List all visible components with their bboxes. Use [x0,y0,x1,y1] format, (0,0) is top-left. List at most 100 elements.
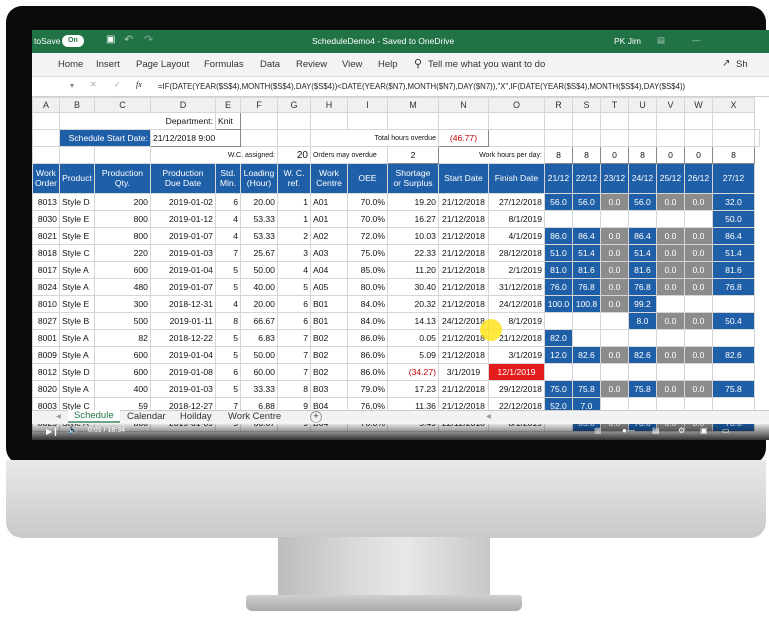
tell-me-box[interactable]: Tell me what you want to do [428,59,545,70]
tab-review[interactable]: Review [296,59,327,70]
cancel-icon[interactable]: ✕ [90,80,97,89]
oee-cell[interactable]: 72.0% [346,227,388,245]
table-header[interactable]: Production Due Date [149,163,216,194]
column-header[interactable]: C [93,97,151,113]
column-header[interactable]: T [599,97,629,113]
share-button[interactable]: Sh [736,59,748,70]
gantt-cell[interactable]: 51.4 [571,244,601,262]
table-header[interactable]: 21/12 [543,163,573,194]
oee-cell[interactable]: 75.0% [346,244,388,262]
loading-cell[interactable]: 60.00 [239,363,278,381]
product-cell[interactable]: Style E [58,295,95,313]
gantt-cell[interactable]: 82.6 [711,346,755,364]
gantt-cell[interactable]: 86.4 [711,227,755,245]
column-header[interactable]: W [683,97,713,113]
gantt-cell[interactable]: 81.6 [571,261,601,279]
qty-cell[interactable]: 400 [93,380,151,398]
std-min-cell[interactable]: 6 [214,193,241,211]
gantt-cell[interactable] [655,363,685,381]
oee-cell[interactable]: 79.0% [346,380,388,398]
loading-cell[interactable]: 6.83 [239,329,278,347]
product-cell[interactable]: Style A [58,261,95,279]
gantt-cell[interactable]: 100.0 [543,295,573,313]
column-header[interactable]: R [543,97,573,113]
play-icon[interactable]: ▶❙ [46,427,59,436]
work-hours-cell[interactable]: 8 [627,146,657,164]
gantt-cell[interactable]: 56.0 [543,193,573,211]
due-date-cell[interactable]: 2019-01-03 [149,244,216,262]
product-cell[interactable]: Style B [58,312,95,330]
loading-cell[interactable]: 50.00 [239,346,278,364]
finish-date-cell[interactable]: 28/12/2018 [487,244,545,262]
table-header[interactable]: 24/12 [627,163,657,194]
miniplayer-icon[interactable]: ▣ [700,426,708,435]
shortage-cell[interactable]: 22.33 [386,244,439,262]
gantt-cell[interactable]: 56.0 [627,193,657,211]
gantt-cell[interactable]: 0.0 [683,193,713,211]
insert-function-icon[interactable]: fx [136,80,142,89]
finish-date-cell[interactable]: 3/1/2019 [487,346,545,364]
finish-date-cell[interactable]: 27/12/2018 [487,193,545,211]
due-date-cell[interactable]: 2019-01-02 [149,193,216,211]
finish-date-cell[interactable]: 8/1/2019 [487,210,545,228]
gantt-cell[interactable]: 32.0 [711,193,755,211]
shortage-cell[interactable]: 16.27 [386,210,439,228]
oee-cell[interactable]: 70.0% [346,210,388,228]
table-header[interactable]: Start Date [437,163,489,194]
gantt-cell[interactable]: 82.6 [627,346,657,364]
table-header[interactable]: Loading (Hour) [239,163,278,194]
shortage-cell[interactable]: 19.20 [386,193,439,211]
gantt-cell[interactable]: 0.0 [655,261,685,279]
oee-cell[interactable]: 86.0% [346,329,388,347]
std-min-cell[interactable]: 5 [214,278,241,296]
due-date-cell[interactable]: 2019-01-07 [149,227,216,245]
work-centre-cell[interactable]: A05 [309,278,348,296]
gantt-cell[interactable] [571,210,601,228]
qty-cell[interactable]: 600 [93,261,151,279]
gantt-cell[interactable]: 0.0 [599,380,629,398]
tab-view[interactable]: View [342,59,362,70]
gantt-cell[interactable]: 0.0 [655,227,685,245]
finish-date-cell[interactable]: 12/1/2019 [487,363,545,381]
gantt-cell[interactable]: 86.4 [571,227,601,245]
gantt-cell[interactable]: 75.8 [711,380,755,398]
column-header[interactable]: I [346,97,388,113]
product-cell[interactable]: Style C [58,244,95,262]
table-header[interactable]: OEE [346,163,388,194]
wc-ref-cell[interactable]: 7 [276,363,311,381]
gantt-cell[interactable]: 56.0 [571,193,601,211]
qty-cell[interactable]: 800 [93,227,151,245]
gantt-cell[interactable]: 0.0 [655,346,685,364]
gantt-cell[interactable]: 0.0 [683,244,713,262]
start-date-cell[interactable]: 21/12/2018 [437,210,489,228]
column-header[interactable]: G [276,97,311,113]
gantt-cell[interactable]: 0.0 [599,227,629,245]
due-date-cell[interactable]: 2018-12-31 [149,295,216,313]
product-cell[interactable]: Style A [58,346,95,364]
finish-date-cell[interactable]: 24/12/2018 [487,295,545,313]
gantt-cell[interactable] [543,312,573,330]
gantt-cell[interactable]: 12.0 [543,346,573,364]
oee-cell[interactable]: 85.0% [346,261,388,279]
work-order-cell[interactable]: 8027 [32,312,60,330]
column-header[interactable]: O [487,97,545,113]
column-header[interactable]: X [711,97,755,113]
gantt-cell[interactable] [599,312,629,330]
gantt-cell[interactable]: 8.0 [627,312,657,330]
tab-home[interactable]: Home [58,59,83,70]
qty-cell[interactable]: 82 [93,329,151,347]
table-header[interactable]: Shortage or Surplus [386,163,439,194]
table-header[interactable]: Product [58,163,95,194]
table-header[interactable]: 25/12 [655,163,685,194]
qty-cell[interactable]: 600 [93,346,151,364]
table-header[interactable]: 22/12 [571,163,601,194]
gantt-cell[interactable] [571,363,601,381]
gantt-cell[interactable] [599,363,629,381]
column-header[interactable]: U [627,97,657,113]
due-date-cell[interactable]: 2019-01-08 [149,363,216,381]
wc-ref-cell[interactable]: 2 [276,227,311,245]
enter-icon[interactable]: ✓ [114,80,121,89]
gantt-cell[interactable]: 0.0 [599,346,629,364]
gantt-cell[interactable]: 0.0 [655,312,685,330]
wc-ref-cell[interactable]: 4 [276,261,311,279]
